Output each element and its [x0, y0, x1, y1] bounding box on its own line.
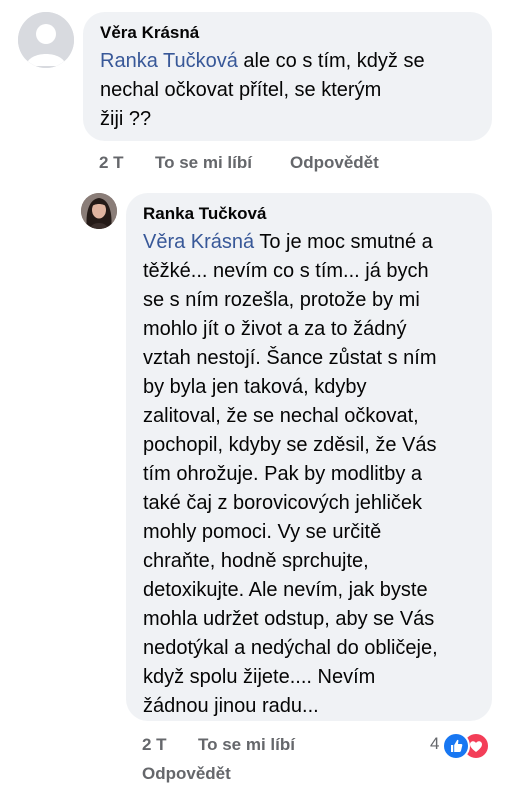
comment-text-line: detoxikujte. Ale nevím, jak byste: [143, 579, 428, 601]
comment-timestamp[interactable]: 2 T: [142, 735, 167, 755]
comment-text-line: žiji ??: [100, 108, 152, 130]
comment-bubble: Věra Krásná Ranka Tučková ale co s tím, …: [83, 12, 492, 141]
comment-text-line: ale co s tím, když se: [237, 50, 425, 72]
comment-text: Věra Krásná To je moc smutné a těžké... …: [143, 228, 488, 721]
mention-link[interactable]: Ranka Tučková: [100, 50, 238, 72]
reply-bubble: Ranka Tučková Věra Krásná To je moc smut…: [126, 193, 492, 721]
reply-button[interactable]: Odpovědět: [142, 764, 231, 784]
comment-text-line: mohla udržet odstup, aby se Vás: [143, 608, 435, 630]
reaction-count: 4: [430, 734, 440, 753]
comment-text-line: pochopil, kdyby se zděsil, že Vás: [143, 434, 437, 456]
comment-text-line: mohlo jít o život a za to žádný: [143, 318, 407, 340]
comment-timestamp[interactable]: 2 T: [99, 153, 124, 173]
like-icon: [442, 732, 470, 760]
avatar-vera-krasna[interactable]: [18, 12, 74, 68]
comment-text-line: zalitoval, že se nechal očkovat,: [143, 405, 419, 427]
comment-text-line: chraňte, hodně sprchujte,: [143, 550, 369, 572]
profile-photo-icon: [81, 193, 117, 229]
default-avatar-icon: [18, 12, 74, 68]
comment-text-line: mohly pomoci. Vy se určitě: [143, 521, 382, 543]
comment-text-line: vztah nestojí. Šance zůstat s ním: [143, 347, 437, 369]
comment-author[interactable]: Věra Krásná: [100, 23, 199, 43]
comment-text-line: by byla jen taková, kdyby: [143, 376, 367, 398]
comment-text-line: těžké... nevím co s tím... já bych: [143, 260, 429, 282]
comment-text-line: žádnou jinou radu...: [143, 695, 319, 717]
comment-text: Ranka Tučková ale co s tím, když se nech…: [100, 47, 480, 134]
comment-author[interactable]: Ranka Tučková: [143, 204, 266, 224]
comment-text-line: také čaj z borovicových jehliček: [143, 492, 423, 514]
comment-text-line: To je moc smutné a: [254, 231, 433, 253]
comment-text-line: tím ohrožuje. Pak by modlitby a: [143, 463, 423, 485]
avatar-ranka-tuckova[interactable]: [81, 193, 117, 229]
reply-button[interactable]: Odpovědět: [290, 153, 379, 173]
like-button[interactable]: To se mi líbí: [198, 735, 295, 755]
comment-text-line: se s ním rozešla, protože by mi: [143, 289, 420, 311]
comment-text-line: nedotýkal a nedýchal do obličeje,: [143, 637, 438, 659]
mention-link[interactable]: Věra Krásná: [143, 231, 254, 253]
like-button[interactable]: To se mi líbí: [155, 153, 252, 173]
comment-text-line: když spolu žijete.... Nevím: [143, 666, 376, 688]
comment-text-line: nechal očkovat přítel, se kterým: [100, 79, 382, 101]
